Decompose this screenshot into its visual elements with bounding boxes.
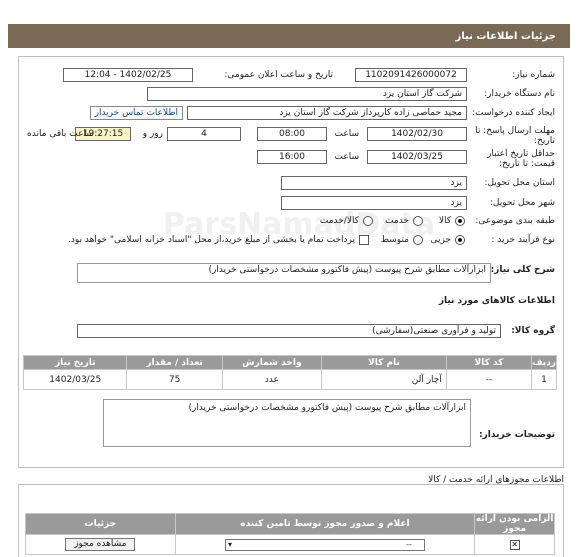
goods-group-field: تولید و فرآوری صنعتی(سفارشی) <box>77 324 501 338</box>
creator-field: مجید حماصی زاده کارپرداز شرکت گاز استان … <box>187 106 467 120</box>
category-service-label: خدمت <box>385 216 409 226</box>
creator-label: ایجاد کننده درخواست: <box>472 108 555 118</box>
table-row: ✕ -- ▾ مشاهده مجوز <box>25 534 555 555</box>
col-permit-issue: اعلام و صدور مجوز توسط تامین کننده <box>174 513 476 535</box>
goods-group-label: گروه کالا: <box>511 326 555 336</box>
buyer-org-label: نام دستگاه خریدار: <box>484 89 555 99</box>
validity-time-label: ساعت <box>334 152 360 162</box>
deadline-time-field: 08:00 <box>257 127 327 141</box>
page-title: جزئیات اطلاعات نیاز <box>455 30 556 42</box>
col-date: تاریخ نیاز <box>22 355 128 370</box>
view-permit-button[interactable]: مشاهده مجوز <box>65 538 136 551</box>
cell-code: -- <box>445 369 533 390</box>
permits-panel: الزامی بودن ارائه مجوز اعلام و صدور مجوز… <box>18 484 564 557</box>
permit-details-cell: مشاهده مجوز <box>25 534 176 555</box>
deadline-date-field: 1402/02/30 <box>367 127 467 141</box>
province-field: یزد <box>281 176 467 190</box>
buyer-notes-label: توضیحات خریدار: <box>479 430 555 440</box>
treasury-payment-note: پرداخت تمام یا بخشی از مبلغ خرید،از محل … <box>67 235 355 245</box>
category-label: طبقه بندی موضوعی: <box>475 216 555 226</box>
col-name: نام کالا <box>321 355 447 370</box>
need-number-label: شماره نیاز: <box>512 70 555 80</box>
goods-table: ردیف کد کالا نام کالا واحد شمارش تعداد /… <box>22 355 557 390</box>
category-goods-label: کالا <box>438 216 451 226</box>
city-field: یزد <box>281 196 467 210</box>
cell-qty: 75 <box>126 369 223 390</box>
table-row: 1 -- آچار آلن عدد 75 1402/03/25 <box>22 369 557 390</box>
col-unit: واحد شمارش <box>221 355 323 370</box>
col-permit-required: الزامی بودن ارائه مجوز <box>474 513 555 535</box>
cell-name: آچار آلن <box>321 369 447 390</box>
city-label: شهر محل تحویل: <box>489 198 555 208</box>
cell-unit: عدد <box>221 369 323 390</box>
process-radio-medium[interactable] <box>413 235 423 245</box>
category-radio-goods[interactable] <box>455 216 465 226</box>
permit-required-cell: ✕ <box>474 534 555 555</box>
need-details-card: ParsNamadData شماره نیاز: 11020914260000… <box>18 56 564 468</box>
permit-required-checkbox[interactable]: ✕ <box>509 539 520 550</box>
process-medium-label: متوسط <box>380 235 409 245</box>
buyer-org-field: شرکت گاز استان یزد <box>147 87 467 101</box>
cell-date: 1402/03/25 <box>22 369 128 390</box>
description-field: ابزارآلات مطابق شرح پیوست (پیش فاکتورو م… <box>77 263 491 283</box>
contact-info-link[interactable]: اطلاعات تماس خریدار <box>89 106 183 120</box>
process-minor-label: جزیی <box>430 235 451 245</box>
col-row: ردیف <box>531 355 557 370</box>
treasury-payment-checkbox[interactable] <box>359 235 369 245</box>
page-header: جزئیات اطلاعات نیاز <box>8 24 570 48</box>
deadline-label: مهلت ارسال پاسخ: تا تاریخ: <box>475 126 555 146</box>
permit-issue-select[interactable]: -- ▾ <box>224 538 425 551</box>
remaining-label: ساعت باقی مانده <box>27 129 94 139</box>
process-label: نوع فرآیند خرید : <box>491 235 555 245</box>
goods-info-label: اطلاعات کالاهای مورد نیاز <box>438 296 555 306</box>
days-label: روز و <box>142 129 163 139</box>
announce-label: تاریخ و ساعت اعلان عمومی: <box>224 70 333 80</box>
validity-time-field: 16:00 <box>257 150 327 164</box>
validity-date-field: 1402/03/25 <box>367 150 467 164</box>
cell-row: 1 <box>531 369 557 390</box>
process-radio-minor[interactable] <box>455 235 465 245</box>
description-label: شرح کلی نیاز: <box>490 265 555 275</box>
permits-table: الزامی بودن ارائه مجوز اعلام و صدور مجوز… <box>25 513 555 555</box>
validity-label: حداقل تاریخ اعتبار قیمت: تا تاریخ: <box>487 149 555 169</box>
col-code: کد کالا <box>445 355 533 370</box>
deadline-time-label: ساعت <box>334 129 360 139</box>
province-label: استان محل تحویل: <box>484 178 555 188</box>
buyer-notes-field: ابزارآلات مطابق شرح پیوست (پیش فاکتورو م… <box>103 399 471 447</box>
permit-issue-cell: -- ▾ <box>174 534 476 555</box>
category-radio-goods-service[interactable] <box>363 216 373 226</box>
need-number-field: 1102091426000072 <box>355 68 467 82</box>
permit-issue-select-value: -- <box>406 539 412 549</box>
chevron-down-icon: ▾ <box>227 539 232 549</box>
col-permit-details: جزئیات <box>25 513 176 535</box>
days-field: 4 <box>167 127 241 141</box>
col-qty: تعداد / مقدار <box>126 355 223 370</box>
category-goods-service-label: کالا/خدمت <box>319 216 359 226</box>
announce-field: 1402/02/25 - 12:04 <box>63 68 193 82</box>
category-radio-service[interactable] <box>413 216 423 226</box>
